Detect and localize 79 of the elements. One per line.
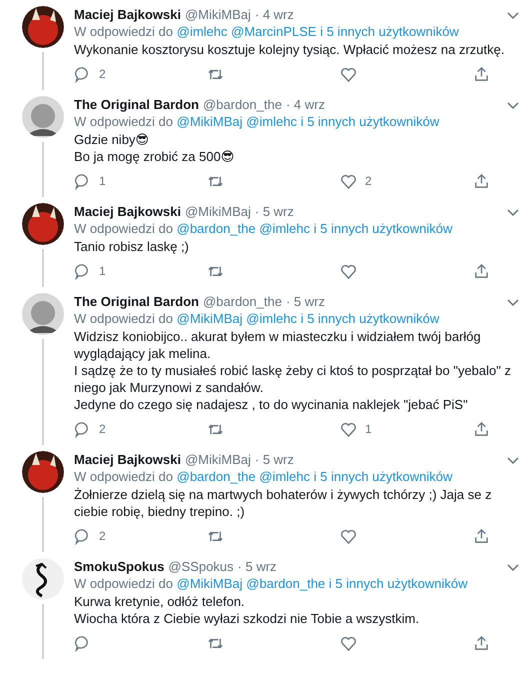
- reply-count: 2: [99, 66, 106, 82]
- others-link[interactable]: i 5 innych użytkowników: [314, 221, 452, 236]
- tweet-text: Kurwa kretynie, odłóż telefon. Wiocha która z Ciebie wyłazi szkodzi nie Tobie a wszystkim.: [74, 593, 420, 627]
- mention-link[interactable]: @imlehc: [259, 469, 310, 484]
- heart-icon[interactable]: [340, 634, 357, 652]
- reply-label: W odpowiedzi do: [74, 221, 173, 236]
- mention-link[interactable]: @MarcinPLSE: [231, 24, 316, 39]
- share-icon[interactable]: [473, 528, 490, 544]
- comment-icon[interactable]: [74, 262, 91, 280]
- mention-link[interactable]: @MikiMBaj: [176, 114, 243, 129]
- heart-icon[interactable]: [340, 528, 357, 544]
- share-icon[interactable]: [473, 420, 490, 438]
- mention-link[interactable]: @bardon_the: [176, 221, 256, 236]
- comment-icon[interactable]: [74, 420, 91, 438]
- mention-link[interactable]: @imlehc: [246, 311, 297, 326]
- avatar[interactable]: [22, 451, 64, 493]
- user-name[interactable]: Maciej Bajkowski: [74, 451, 181, 468]
- others-link[interactable]: i 5 innych użytkowników: [300, 311, 440, 326]
- tweet-text: Gdzie niby😎 Bo ja mogę zrobić za 500😎: [74, 131, 236, 165]
- tweet-date[interactable]: · 5 wrz: [238, 558, 277, 575]
- user-handle: @MikiMBaj: [184, 6, 251, 23]
- user-handle: @bardon_the: [202, 96, 282, 113]
- reply-label: W odpowiedzi do: [74, 24, 173, 39]
- like-count: 1: [365, 420, 372, 438]
- user-handle: @SSpokus: [168, 558, 234, 575]
- comment-icon[interactable]: [74, 172, 91, 190]
- reply-count: 2: [99, 420, 106, 438]
- reply-count: 2: [99, 528, 106, 544]
- tweet-date[interactable]: · 5 wrz: [254, 451, 294, 468]
- comment-icon[interactable]: [74, 528, 91, 544]
- others-link[interactable]: i 5 innych użytkowników: [300, 114, 440, 129]
- tweet-date[interactable]: · 4 wrz: [286, 96, 325, 113]
- reply-count: 1: [99, 172, 106, 190]
- tweet-date[interactable]: · 5 wrz: [254, 203, 294, 220]
- tweet-text: Widzisz koniobijco.. akurat byłem w miasteczku i widziałem twój barłóg wyglądający jak melina. I sądzę że to ty musiałeś robić laskę żeby ci ktoś to posprzątał bo "yebalo" z niego jak Murzynowi z sandałów. Jedyne do czego się nadajesz , to do wycinania naklejek "jebać PiS": [74, 328, 512, 413]
- tweet-text: Tanio robisz laskę ;): [74, 238, 190, 255]
- reply-label: W odpowiedzi do: [74, 469, 173, 484]
- tweet-text: Żołnierze dzielą się na martwych bohaterów i żywych tchórzy ;) Jaja se z ciebie robię, biedny trepino. ;): [74, 486, 493, 520]
- reply-label: W odpowiedzi do: [74, 576, 173, 591]
- user-name[interactable]: SmokuSpokus: [74, 558, 164, 575]
- like-count: 2: [365, 172, 372, 190]
- reply-count: 1: [99, 262, 106, 280]
- reply-label: W odpowiedzi do: [74, 311, 173, 326]
- others-link[interactable]: i 5 innych użytkowników: [320, 24, 459, 39]
- avatar[interactable]: [22, 203, 64, 245]
- tweet-text: Wykonanie kosztorysu kosztuje kolejny tysiąc. Wpłacić możesz na zrzutkę.: [74, 41, 506, 58]
- avatar[interactable]: [22, 558, 64, 600]
- tweet-date[interactable]: · 5 wrz: [286, 293, 325, 310]
- heart-icon[interactable]: [340, 66, 357, 82]
- mention-link[interactable]: @bardon_the: [246, 576, 326, 591]
- reply-label: W odpowiedzi do: [74, 114, 173, 129]
- others-link[interactable]: i 5 innych użytkowników: [314, 469, 452, 484]
- avatar[interactable]: [22, 96, 64, 138]
- mention-link[interactable]: @imlehc: [259, 221, 310, 236]
- share-icon[interactable]: [473, 262, 490, 280]
- user-name[interactable]: The Original Bardon: [74, 293, 199, 310]
- share-icon[interactable]: [473, 66, 490, 82]
- avatar[interactable]: [22, 293, 64, 335]
- user-name[interactable]: The Original Bardon: [74, 96, 199, 113]
- heart-icon[interactable]: [340, 420, 357, 438]
- heart-icon[interactable]: [340, 262, 357, 280]
- mention-link[interactable]: @imlehc: [176, 24, 228, 39]
- user-handle: @bardon_the: [202, 293, 282, 310]
- user-name[interactable]: Maciej Bajkowski: [74, 203, 181, 220]
- share-icon[interactable]: [473, 172, 490, 190]
- comment-icon[interactable]: [74, 634, 91, 652]
- mention-link[interactable]: @MikiMBaj: [176, 576, 243, 591]
- comment-icon[interactable]: [74, 66, 91, 82]
- mention-link[interactable]: @MikiMBaj: [176, 311, 243, 326]
- user-handle: @MikiMBaj: [184, 451, 251, 468]
- heart-icon[interactable]: [340, 172, 357, 190]
- tweet-date[interactable]: · 4 wrz: [254, 6, 294, 23]
- mention-link[interactable]: @imlehc: [246, 114, 297, 129]
- share-icon[interactable]: [473, 634, 490, 652]
- avatar[interactable]: [22, 6, 64, 48]
- user-handle: @MikiMBaj: [184, 203, 251, 220]
- mention-link[interactable]: @bardon_the: [176, 469, 256, 484]
- others-link[interactable]: i 5 innych użytkowników: [328, 576, 468, 591]
- user-name[interactable]: Maciej Bajkowski: [74, 6, 181, 23]
